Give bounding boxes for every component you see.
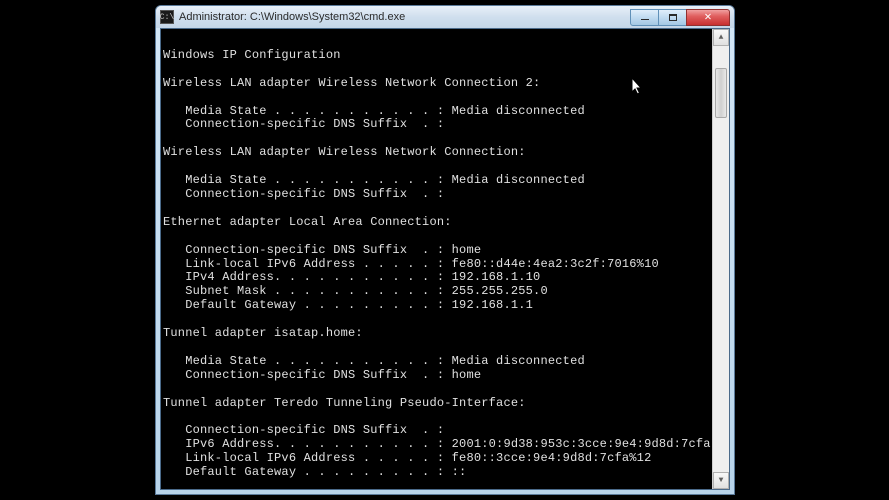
maximize-button[interactable]	[658, 9, 687, 26]
minimize-icon	[641, 19, 649, 20]
terminal-output[interactable]: Windows IP Configuration Wireless LAN ad…	[161, 29, 712, 489]
scroll-down-button[interactable]: ▼	[713, 472, 729, 489]
window-controls: ✕	[631, 9, 730, 26]
scroll-up-button[interactable]: ▲	[713, 29, 729, 46]
vertical-scrollbar: ▲ ▼	[712, 29, 729, 489]
content-frame: Windows IP Configuration Wireless LAN ad…	[160, 28, 730, 490]
title-bar[interactable]: C:\ Administrator: C:\Windows\System32\c…	[156, 6, 734, 28]
close-icon: ✕	[704, 11, 711, 23]
maximize-icon	[669, 14, 677, 21]
cmd-window: C:\ Administrator: C:\Windows\System32\c…	[155, 5, 735, 495]
scroll-track[interactable]	[713, 46, 729, 472]
window-title: Administrator: C:\Windows\System32\cmd.e…	[179, 11, 631, 23]
scroll-thumb[interactable]	[715, 68, 727, 118]
minimize-button[interactable]	[630, 9, 659, 26]
cmd-icon: C:\	[160, 10, 174, 24]
close-button[interactable]: ✕	[686, 9, 730, 26]
